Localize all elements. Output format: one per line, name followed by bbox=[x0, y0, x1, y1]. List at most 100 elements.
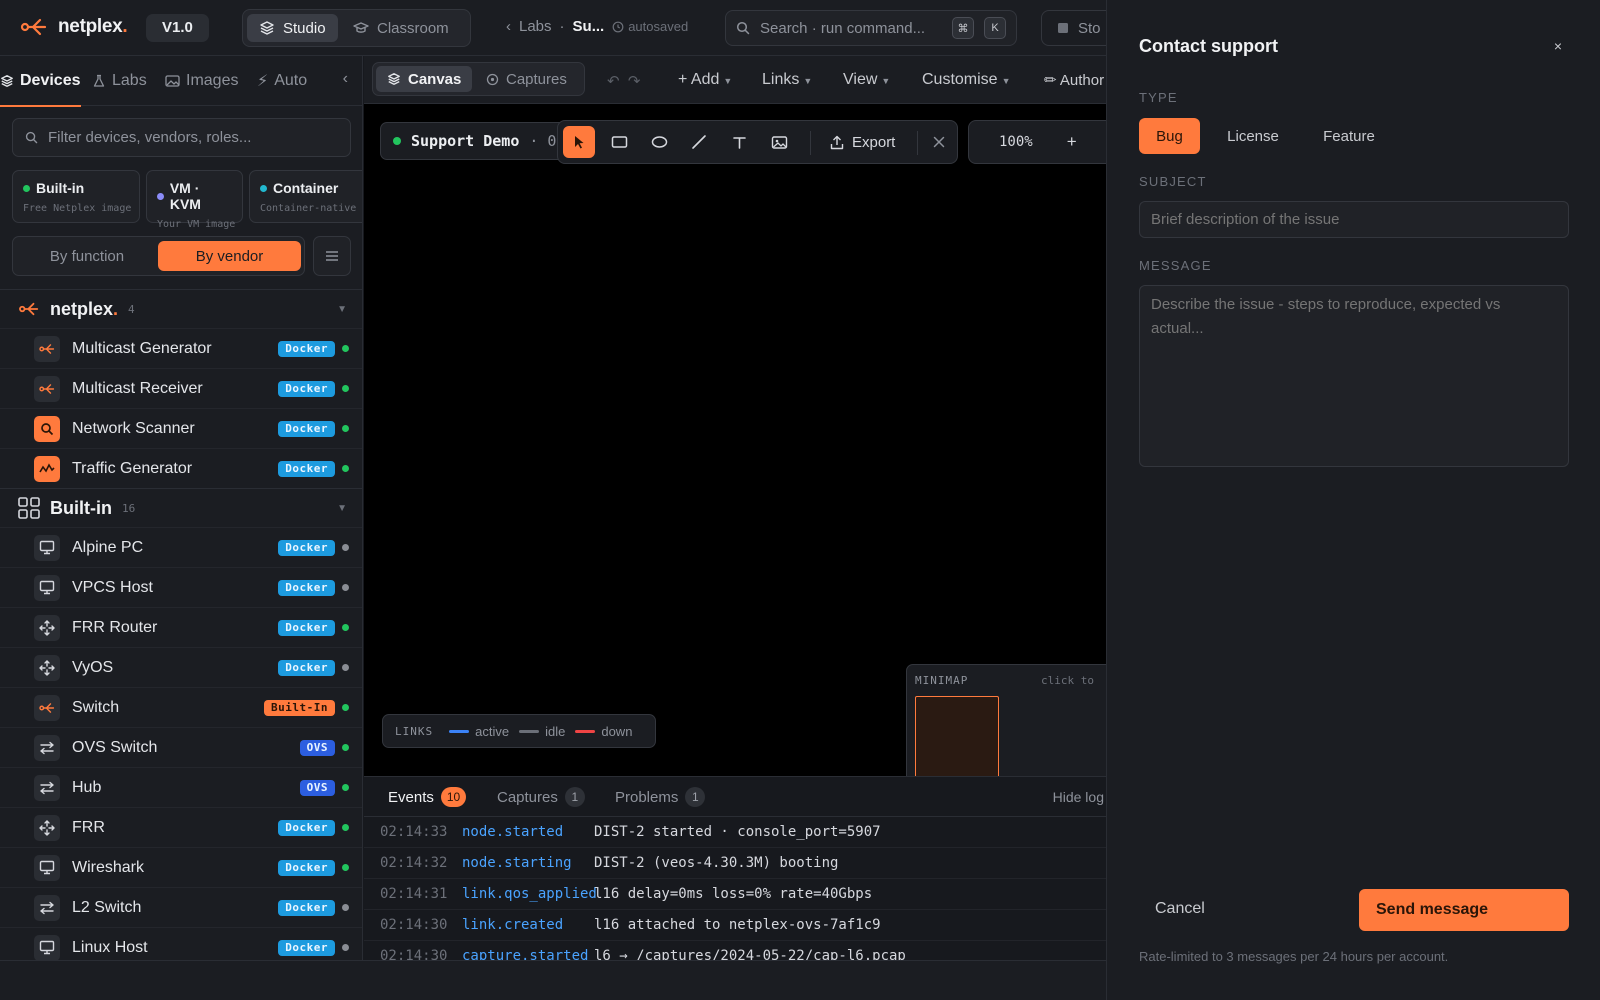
mode-classroom-button[interactable]: Classroom bbox=[341, 14, 461, 42]
line-tool-button[interactable] bbox=[683, 126, 715, 158]
subject-field[interactable] bbox=[1139, 201, 1569, 238]
tab-problems[interactable]: Problems 1 bbox=[615, 787, 706, 807]
device-name: Alpine PC bbox=[72, 538, 144, 556]
tab-labs[interactable]: Labs bbox=[92, 56, 147, 106]
app-logo[interactable]: netplex. bbox=[20, 15, 128, 39]
device-item[interactable]: Multicast Generator Docker bbox=[0, 328, 362, 368]
tab-auto[interactable]: ⚡ Auto bbox=[257, 56, 307, 106]
image-tool-button[interactable] bbox=[763, 126, 795, 158]
status-dot bbox=[342, 385, 349, 392]
chevron-left-icon[interactable]: ‹ bbox=[506, 18, 511, 35]
type-license-button[interactable]: License bbox=[1208, 118, 1298, 154]
list-options-button[interactable] bbox=[313, 236, 351, 276]
menu-customise[interactable]: Customise ▼ bbox=[922, 71, 1011, 89]
send-message-button[interactable]: Send message bbox=[1359, 889, 1569, 931]
caret-icon: ▼ bbox=[881, 76, 891, 86]
log-time: 02:14:32 bbox=[380, 855, 448, 871]
chevron-left-icon: ‹ bbox=[342, 70, 348, 87]
device-item[interactable]: Hub OVS bbox=[0, 767, 362, 807]
kind-builtin[interactable]: Built-in Free Netplex image bbox=[12, 170, 140, 223]
breadcrumb-current[interactable]: Su... bbox=[573, 18, 605, 35]
tab-log-captures[interactable]: Captures 1 bbox=[497, 787, 585, 807]
tab-captures-label: Captures bbox=[506, 70, 567, 88]
lab-name-chip[interactable]: Support Demo · 0, bbox=[380, 122, 570, 160]
menu-add[interactable]: + Add ▼ bbox=[678, 71, 732, 89]
device-type-badge: OVS bbox=[299, 779, 335, 796]
topology-canvas[interactable]: Support Demo · 0, Export 100% + LINKS ac… bbox=[364, 104, 1106, 808]
device-item[interactable]: FRR Router Docker bbox=[0, 607, 362, 647]
device-item[interactable]: Linux Host Docker bbox=[0, 927, 362, 960]
lab-status-dot bbox=[393, 137, 401, 145]
layers-icon bbox=[387, 72, 401, 86]
device-item[interactable]: L2 Switch Docker bbox=[0, 887, 362, 927]
zoom-level[interactable]: 100% bbox=[999, 134, 1033, 150]
log-row[interactable]: 02:14:32 node.starting DIST-2 (veos-4.30.3… bbox=[364, 848, 1106, 879]
log-row[interactable]: 02:14:30 capture.started l6 → /captures/20… bbox=[364, 941, 1106, 960]
device-item[interactable]: Network Scanner Docker bbox=[0, 408, 362, 448]
text-tool-button[interactable] bbox=[723, 126, 755, 158]
type-bug-button[interactable]: Bug bbox=[1139, 118, 1200, 154]
hide-log-button[interactable]: Hide log bbox=[1053, 789, 1104, 805]
device-name: VPCS Host bbox=[72, 578, 153, 596]
export-button[interactable]: Export bbox=[830, 126, 895, 158]
collapse-sidebar-button[interactable]: ‹ bbox=[343, 70, 348, 88]
device-item[interactable]: VPCS Host Docker bbox=[0, 567, 362, 607]
menu-links[interactable]: Links ▼ bbox=[762, 71, 812, 89]
rectangle-tool-button[interactable] bbox=[603, 126, 635, 158]
tab-devices[interactable]: Devices bbox=[0, 56, 81, 107]
image-icon bbox=[165, 74, 180, 88]
kind-vm-kvm[interactable]: VM · KVM Your VM image bbox=[146, 170, 243, 230]
device-group-header[interactable]: Built-in 16 ▼ bbox=[0, 488, 362, 527]
status-dot bbox=[342, 904, 349, 911]
image-kind-filters: Built-in Free Netplex image VM · KVM You… bbox=[12, 170, 362, 230]
command-search[interactable]: Search · run command... ⌘ K bbox=[725, 10, 1017, 46]
tab-events[interactable]: Events 10 bbox=[377, 777, 477, 817]
menu-author[interactable]: ✏ Author bbox=[1044, 71, 1104, 89]
zoom-in-button[interactable]: + bbox=[1067, 132, 1077, 152]
menu-view[interactable]: View ▼ bbox=[843, 71, 890, 89]
type-feature-button[interactable]: Feature bbox=[1304, 118, 1394, 154]
kind-container[interactable]: Container Container-native bbox=[249, 170, 362, 223]
mode-switch: Studio Classroom bbox=[242, 9, 471, 47]
undo-icon[interactable]: ↶ bbox=[607, 73, 620, 90]
undo-redo: ↶ ↷ bbox=[607, 72, 641, 90]
tab-canvas[interactable]: Canvas bbox=[376, 66, 473, 92]
device-item[interactable]: FRR Docker bbox=[0, 807, 362, 847]
device-item[interactable]: VyOS Docker bbox=[0, 647, 362, 687]
breadcrumb-labs[interactable]: Labs bbox=[519, 18, 552, 35]
group-by-function-button[interactable]: By function bbox=[17, 241, 157, 271]
device-group-header[interactable]: netplex. 4 ▼ bbox=[0, 289, 362, 328]
message-field[interactable] bbox=[1139, 285, 1569, 467]
redo-icon[interactable]: ↷ bbox=[628, 73, 641, 90]
canvas-view-tabs: Canvas Captures bbox=[372, 62, 585, 96]
ellipse-tool-button[interactable] bbox=[643, 126, 675, 158]
log-row[interactable]: 02:14:31 link.qos_applied l16 delay=0ms lo… bbox=[364, 879, 1106, 910]
minimap-viewport[interactable] bbox=[915, 696, 999, 786]
device-item[interactable]: Multicast Receiver Docker bbox=[0, 368, 362, 408]
links-legend: LINKS active idle down bbox=[382, 714, 656, 748]
cancel-button[interactable]: Cancel bbox=[1155, 900, 1205, 918]
device-item[interactable]: OVS Switch OVS bbox=[0, 727, 362, 767]
close-drawing-toolbar-button[interactable] bbox=[923, 126, 955, 158]
log-row[interactable]: 02:14:30 link.created l16 attached to netp… bbox=[364, 910, 1106, 941]
tab-captures[interactable]: Captures bbox=[475, 66, 578, 92]
select-tool-button[interactable] bbox=[563, 126, 595, 158]
close-panel-button[interactable]: × bbox=[1554, 38, 1562, 54]
status-dot bbox=[342, 584, 349, 591]
log-row[interactable]: 02:14:33 node.started DIST-2 started · con… bbox=[364, 817, 1106, 848]
search-icon bbox=[25, 131, 38, 144]
tab-images[interactable]: Images bbox=[165, 56, 238, 106]
target-icon bbox=[486, 73, 499, 86]
device-item[interactable]: Alpine PC Docker bbox=[0, 527, 362, 567]
graduation-cap-icon bbox=[353, 20, 369, 36]
tab-problems-count: 1 bbox=[685, 787, 706, 807]
device-item[interactable]: Traffic Generator Docker bbox=[0, 448, 362, 488]
device-name: VyOS bbox=[72, 658, 114, 676]
mode-studio-button[interactable]: Studio bbox=[247, 14, 338, 42]
group-by-vendor-button[interactable]: By vendor bbox=[158, 241, 301, 271]
device-filter-input[interactable]: Filter devices, vendors, roles... bbox=[12, 118, 351, 157]
device-item[interactable]: Switch Built-In bbox=[0, 687, 362, 727]
device-group-name: netplex. bbox=[50, 298, 119, 319]
switch-icon bbox=[34, 894, 60, 921]
device-item[interactable]: Wireshark Docker bbox=[0, 847, 362, 887]
